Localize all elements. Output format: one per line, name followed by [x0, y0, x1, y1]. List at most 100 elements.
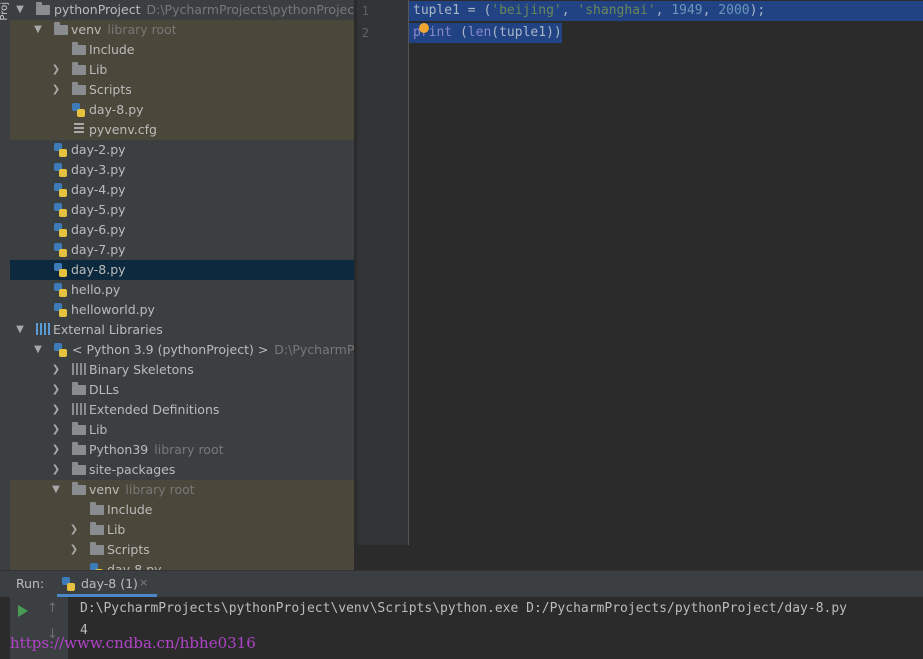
tree-item-label: day-8.py: [89, 102, 144, 117]
close-icon[interactable]: ×: [139, 576, 148, 589]
tree-row-lib[interactable]: ❯ Lib: [10, 420, 354, 440]
chevron-down-icon[interactable]: ▼: [50, 480, 62, 500]
code-token: ,: [702, 3, 719, 18]
python-file-icon: [72, 103, 86, 117]
folder-icon: [90, 522, 104, 537]
tree-row-file[interactable]: day-2.py: [10, 140, 354, 160]
tree-row-scripts[interactable]: ❯ Scripts: [10, 80, 354, 100]
python-file-icon: [54, 163, 68, 177]
python-file-icon: [54, 143, 68, 157]
chevron-right-icon[interactable]: ❯: [50, 80, 62, 100]
tree-row-file[interactable]: day-4.py: [10, 180, 354, 200]
tree-item-label: day-8.py: [107, 562, 162, 570]
tree-item-label: Extended Definitions: [89, 402, 220, 417]
tree-item-label: Include: [89, 42, 135, 57]
rerun-icon[interactable]: [18, 605, 28, 617]
tree-row-file[interactable]: day-8.py: [10, 560, 354, 570]
tree-row-python39[interactable]: ❯ Python39 library root: [10, 440, 354, 460]
tree-item-label: pythonProject: [54, 2, 141, 17]
tree-item-label: day-4.py: [71, 182, 126, 197]
tree-row-site-packages[interactable]: ❯ site-packages: [10, 460, 354, 480]
tree-row-venv[interactable]: ▼ venv library root: [10, 20, 354, 40]
tree-row-scripts[interactable]: ❯ Scripts: [10, 540, 354, 560]
chevron-right-icon[interactable]: ❯: [50, 400, 62, 420]
tree-item-label: DLLs: [89, 382, 120, 397]
chevron-down-icon[interactable]: ▼: [14, 0, 26, 20]
tree-item-label: day-2.py: [71, 142, 126, 157]
tree-item-label: day-3.py: [71, 162, 126, 177]
python-file-icon: [54, 283, 68, 297]
library-icon: [36, 323, 50, 337]
chevron-right-icon[interactable]: ❯: [50, 360, 62, 380]
editor-gutter: 1 2: [357, 0, 409, 545]
python-logo-icon: [54, 343, 68, 357]
tree-item-label: day-6.py: [71, 222, 126, 237]
tree-row-file[interactable]: day-3.py: [10, 160, 354, 180]
code-token: (tuple1)): [491, 25, 562, 40]
run-tool-window-header: Run: day-8 (1) ×: [0, 570, 923, 597]
tree-row-file[interactable]: pyvenv.cfg: [10, 120, 354, 140]
folder-icon: [90, 502, 104, 517]
code-string: 'shanghai': [577, 3, 656, 18]
chevron-right-icon[interactable]: ❯: [50, 440, 62, 460]
chevron-right-icon[interactable]: ❯: [50, 460, 62, 480]
code-line-1[interactable]: tuple1 = ('beijing', 'shanghai', 1949, 2…: [409, 1, 923, 21]
tree-item-label: hello.py: [71, 282, 121, 297]
lightbulb-icon[interactable]: [419, 23, 429, 33]
line-number: 1: [361, 4, 369, 18]
chevron-down-icon[interactable]: ▼: [32, 20, 44, 40]
tree-row-lib[interactable]: ❯ Lib: [10, 60, 354, 80]
chevron-right-icon[interactable]: ❯: [50, 380, 62, 400]
folder-icon: [36, 2, 50, 17]
project-strip-label[interactable]: Proj: [0, 2, 10, 21]
code-token: ,: [561, 3, 578, 18]
tree-row-lib[interactable]: ❯ Lib: [10, 520, 354, 540]
tree-row-file[interactable]: day-5.py: [10, 200, 354, 220]
tree-item-hint: library root: [125, 482, 195, 497]
watermark: https://www.cndba.cn/hbhe0316: [10, 634, 256, 652]
tree-row-include[interactable]: Include: [10, 500, 354, 520]
python-logo-icon: [62, 577, 75, 591]
chevron-right-icon[interactable]: ❯: [68, 540, 80, 560]
chevron-right-icon[interactable]: ❯: [50, 420, 62, 440]
tree-item-label: day-5.py: [71, 202, 126, 217]
tree-row-file[interactable]: day-6.py: [10, 220, 354, 240]
tree-row-include[interactable]: Include: [10, 40, 354, 60]
config-file-icon: [72, 123, 86, 137]
chevron-right-icon[interactable]: ❯: [68, 520, 80, 540]
chevron-down-icon[interactable]: ▼: [32, 340, 44, 360]
tree-row-external-libraries[interactable]: ▼ External Libraries: [10, 320, 354, 340]
tree-row-file[interactable]: helloworld.py: [10, 300, 354, 320]
tree-item-label: pyvenv.cfg: [89, 122, 157, 137]
tree-item-label: site-packages: [89, 462, 176, 477]
folder-icon: [72, 82, 86, 97]
tree-row-project-root[interactable]: ▼ pythonProject D:\PycharmProjects\python…: [10, 0, 354, 20]
folder-icon: [72, 42, 86, 57]
code-number: 1949: [671, 3, 703, 18]
tree-row-venv[interactable]: ▼ venv library root: [10, 480, 354, 500]
tree-row-binary-skeletons[interactable]: ❯ Binary Skeletons: [10, 360, 354, 380]
folder-icon: [72, 62, 86, 77]
run-tab[interactable]: day-8 (1) ×: [55, 571, 157, 597]
tree-row-file-selected[interactable]: day-8.py: [10, 260, 354, 280]
tree-row-dlls[interactable]: ❯ DLLs: [10, 380, 354, 400]
tree-item-label: < Python 3.9 (pythonProject) >: [72, 342, 269, 357]
tree-item-path: D:\PycharmProjects\pythonProject: [146, 2, 355, 17]
run-tab-label: day-8 (1): [81, 576, 138, 591]
folder-icon: [72, 422, 86, 437]
tree-row-python-sdk[interactable]: ▼ < Python 3.9 (pythonProject) > D:\Pycha…: [10, 340, 354, 360]
code-line-2[interactable]: print (len(tuple1)): [409, 23, 562, 43]
console-output-line: D:\PycharmProjects\pythonProject\venv\Sc…: [80, 601, 848, 616]
arrow-up-icon[interactable]: ↑: [47, 601, 58, 616]
tree-row-file[interactable]: hello.py: [10, 280, 354, 300]
tree-row-extended-definitions[interactable]: ❯ Extended Definitions: [10, 400, 354, 420]
chevron-right-icon[interactable]: ❯: [50, 60, 62, 80]
tree-item-label: Lib: [89, 62, 108, 77]
tree-row-file[interactable]: day-8.py: [10, 100, 354, 120]
tree-item-label: Lib: [107, 522, 126, 537]
code-editor[interactable]: tuple1 = ('beijing', 'shanghai', 1949, 2…: [409, 0, 923, 545]
chevron-down-icon[interactable]: ▼: [14, 320, 26, 340]
code-token: tuple1 = (: [413, 3, 492, 18]
tree-row-file[interactable]: day-7.py: [10, 240, 354, 260]
python-file-icon: [54, 263, 68, 277]
